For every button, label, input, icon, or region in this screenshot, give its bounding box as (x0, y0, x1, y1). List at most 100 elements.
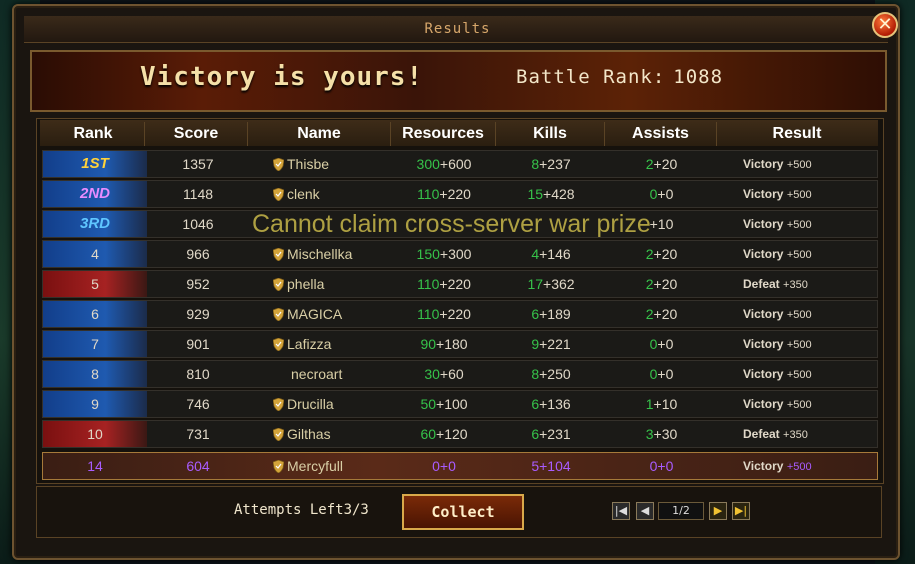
result-bonus: +500 (786, 189, 812, 201)
rank-cell: 3RD (79, 215, 110, 232)
table-row: 4 966 Mischellka 150+300 4+146 2+20 Victory +5… (42, 240, 878, 268)
battle-rank-label: Battle Rank: (516, 66, 666, 88)
resources-cell: 110+220 (392, 271, 496, 297)
shield-icon (273, 338, 284, 351)
assists-cell: 1+10 (606, 391, 717, 417)
score-cell: 966 (186, 246, 210, 262)
kills-cell: 17+362 (497, 271, 605, 297)
kills-cell: 6+189 (497, 301, 605, 327)
assists-base: 2 (645, 306, 654, 322)
result-cell: Victory +500 (743, 331, 873, 357)
prev-page-button[interactable]: ◀ (636, 502, 654, 520)
resources-cell: 150+300 (392, 241, 496, 267)
result-cell: Victory +500 (743, 453, 873, 479)
kills-cell: 9+221 (497, 331, 605, 357)
table-row: 7 901 Lafizza 90+180 9+221 0+0 Victory +500 (42, 330, 878, 358)
assists-bonus: +0 (657, 366, 674, 382)
kills-bonus: +189 (539, 306, 571, 322)
resources-cell: 300+600 (392, 151, 496, 177)
resources-base: 0 (432, 458, 440, 474)
resources-cell: 110+220 (392, 301, 496, 327)
resources-base: 300 (416, 156, 440, 172)
assists-bonus: +20 (653, 156, 678, 172)
result-bonus: +350 (783, 279, 808, 291)
collect-button[interactable]: Collect (402, 494, 524, 530)
rank-cell: 7 (91, 336, 99, 352)
score-cell: 604 (186, 458, 210, 474)
kills-base: 15 (527, 186, 544, 202)
resources-base: 110 (417, 186, 440, 202)
result-bonus: +500 (786, 369, 812, 381)
rank-cell: 9 (91, 396, 99, 412)
player-name: necroart (291, 366, 343, 382)
kills-cell: 4+146 (497, 241, 605, 267)
result-cell: Defeat +350 (743, 271, 873, 297)
assists-bonus: +20 (653, 246, 678, 262)
rank-cell: 10 (87, 426, 103, 442)
resources-bonus: +220 (439, 276, 471, 292)
resources-bonus: +220 (439, 306, 471, 322)
header-score: Score (145, 122, 248, 146)
resources-cell: 0+0 (392, 453, 496, 479)
resources-base: 60 (420, 426, 437, 442)
resources-base: 110 (417, 306, 440, 322)
header-result: Result (772, 125, 822, 142)
resources-bonus: +600 (439, 156, 472, 172)
score-cell: 929 (186, 306, 210, 322)
result-bonus: +500 (786, 159, 812, 171)
score-cell: 1046 (182, 216, 214, 232)
first-page-button[interactable]: |◀ (612, 502, 630, 520)
player-name: Lafizza (287, 336, 332, 352)
score-cell: 1357 (182, 156, 214, 172)
resources-cell: 50+100 (392, 391, 496, 417)
kills-bonus: +362 (543, 276, 575, 292)
result-bonus: +500 (786, 339, 812, 351)
shield-icon (273, 398, 284, 411)
resources-bonus: +60 (439, 366, 464, 382)
result-label: Victory (743, 247, 784, 261)
assists-bonus: +0 (657, 458, 674, 474)
shield-icon (273, 248, 284, 261)
kills-base: 9 (531, 336, 540, 352)
result-cell: Victory +500 (743, 391, 873, 417)
table-row: 9 746 Drucilla 50+100 6+136 1+10 Victory +500 (42, 390, 878, 418)
player-name: Mercyfull (287, 458, 344, 474)
result-bonus: +500 (786, 249, 812, 261)
assists-bonus: +10 (653, 396, 678, 412)
resources-bonus: +0 (439, 458, 456, 474)
attempts-value: 3/3 (343, 502, 369, 518)
result-bonus: +500 (786, 219, 812, 231)
close-button[interactable]: ✕ (872, 12, 898, 38)
last-page-button[interactable]: ▶| (732, 502, 750, 520)
shield-icon (273, 188, 284, 201)
table-row: 14 604 Mercyfull 0+0 5+104 0+0 Victory +500 (42, 452, 878, 480)
victory-headline: Victory is yours! (140, 62, 424, 92)
next-page-button[interactable]: ▶ (709, 502, 727, 520)
window-title: Results (424, 21, 491, 37)
kills-base: 6 (531, 426, 540, 442)
result-label: Victory (743, 459, 784, 473)
kills-base: 6 (531, 306, 540, 322)
kills-base: 4 (531, 246, 540, 262)
score-cell: 810 (186, 366, 210, 382)
kills-bonus: +136 (539, 396, 571, 412)
rank-cell: 2ND (79, 185, 110, 202)
kills-bonus: +428 (543, 186, 575, 202)
assists-cell: 3+30 (606, 421, 717, 447)
assists-bonus: +20 (653, 276, 678, 292)
rank-cell: 4 (91, 246, 99, 262)
shield-icon (273, 460, 284, 473)
resources-cell: 90+180 (392, 331, 496, 357)
header-name: Name (248, 122, 391, 146)
result-bonus: +500 (786, 461, 812, 473)
resources-base: 30 (424, 366, 440, 382)
player-name: Gilthas (287, 426, 331, 442)
resources-bonus: +300 (439, 246, 472, 262)
rank-cell: 6 (91, 306, 99, 322)
header-rank: Rank (42, 122, 145, 146)
rank-cell: 8 (91, 366, 99, 382)
attempts-left: Attempts Left3/3 (234, 502, 369, 518)
resources-bonus: +120 (436, 426, 468, 442)
kills-base: 8 (531, 366, 540, 382)
attempts-label: Attempts Left (234, 502, 344, 518)
